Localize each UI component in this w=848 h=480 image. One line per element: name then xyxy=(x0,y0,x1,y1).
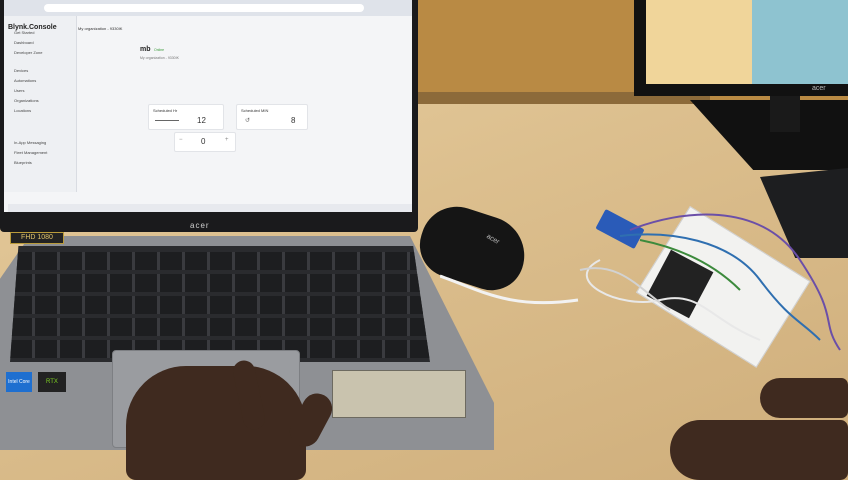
sidebar-item[interactable]: Locations xyxy=(14,108,31,113)
sidebar-item[interactable]: Automations xyxy=(14,78,36,83)
taskbar[interactable] xyxy=(8,204,412,212)
jumper-wires xyxy=(579,213,841,351)
address-bar[interactable] xyxy=(44,4,364,12)
palm-rest-sticker xyxy=(332,370,466,418)
laptop-screen: Get Started Dashboard Developer Zone Dev… xyxy=(4,0,412,212)
laptop-logo: acer xyxy=(190,221,210,230)
widget-title: Scheduled Hr xyxy=(153,108,178,113)
slider-track[interactable] xyxy=(155,120,179,121)
left-hand xyxy=(126,366,306,480)
laptop-keyboard xyxy=(10,246,430,362)
sidebar-item[interactable]: Dashboard xyxy=(14,40,34,45)
monitor-screen-panel xyxy=(752,0,848,84)
rtx-sticker: RTX xyxy=(38,372,66,392)
fhd-badge: FHD 1080 xyxy=(10,232,64,244)
sidebar-item[interactable]: Users xyxy=(14,88,24,93)
widget-value: 8 xyxy=(291,116,296,125)
sidebar-item[interactable]: Blueprints xyxy=(14,160,32,165)
org-selector[interactable]: My organization - 9330IK xyxy=(78,26,122,31)
right-hand xyxy=(670,420,848,480)
widget-counter[interactable]: − 0 + xyxy=(174,132,236,152)
increment-icon[interactable]: + xyxy=(225,137,229,143)
sidebar-item[interactable]: In-App Messaging xyxy=(14,140,46,145)
intel-sticker: Intel Core xyxy=(6,372,32,392)
right-fingers xyxy=(760,378,848,418)
mouse-cable xyxy=(440,274,579,305)
widget-value: 12 xyxy=(197,116,206,125)
sidebar-item[interactable]: Developer Zone xyxy=(14,50,42,55)
decrement-icon[interactable]: − xyxy=(179,137,183,143)
sidebar: Get Started Dashboard Developer Zone Dev… xyxy=(4,16,77,192)
monitor-logo: acer xyxy=(812,85,826,92)
device-status: Online xyxy=(154,48,165,52)
widget-title: Scheduled MIN xyxy=(241,108,269,113)
widget-scheduled-hr[interactable]: Scheduled Hr 12 xyxy=(148,104,224,130)
sidebar-item[interactable]: Organizations xyxy=(14,98,39,103)
main-content: My organization - 9330IK mb Online My or… xyxy=(78,16,412,192)
device-name: mb xyxy=(140,46,151,53)
sidebar-item[interactable]: Fleet Management xyxy=(14,150,47,155)
app-title: Blynk.Console xyxy=(8,24,57,31)
device-org: My organization - 9330IK xyxy=(140,56,179,60)
widget-scheduled-min[interactable]: Scheduled MIN ↺ 8 xyxy=(236,104,308,130)
sidebar-item[interactable]: Devices xyxy=(14,68,28,73)
refresh-icon[interactable]: ↺ xyxy=(245,117,250,124)
widget-value: 0 xyxy=(201,137,206,146)
monitor-stand xyxy=(770,96,800,132)
